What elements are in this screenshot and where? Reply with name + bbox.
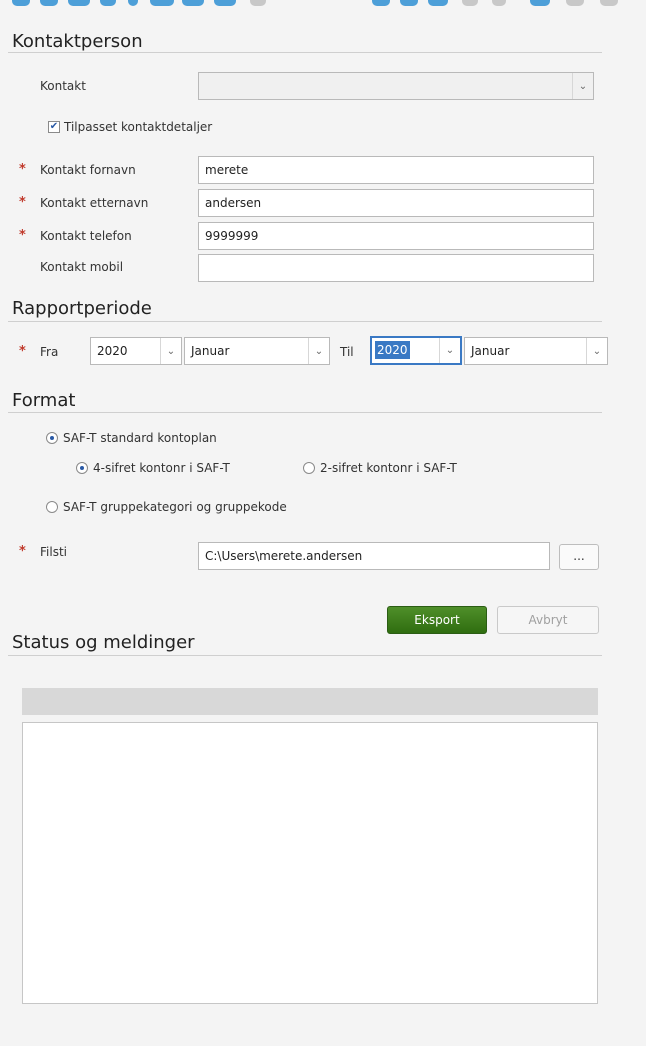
section-divider xyxy=(8,321,602,322)
chevron-down-icon[interactable]: ⌄ xyxy=(439,338,460,363)
mobil-label: Kontakt mobil xyxy=(40,260,124,274)
radio-4-sifret-label: 4-sifret kontonr i SAF-T xyxy=(93,461,230,475)
kontakt-label: Kontakt xyxy=(40,79,86,93)
etternavn-label: Kontakt etternavn xyxy=(40,196,149,210)
radio-gruppe-label: SAF-T gruppekategori og gruppekode xyxy=(63,500,287,514)
til-year-select[interactable]: 2020 ⌄ xyxy=(370,336,462,365)
section-title-status: Status og meldinger xyxy=(12,632,195,653)
toolbar-icon[interactable] xyxy=(400,0,418,6)
chevron-down-icon[interactable]: ⌄ xyxy=(160,338,181,364)
section-divider xyxy=(8,412,602,413)
radio-gruppe[interactable] xyxy=(46,501,58,513)
chevron-down-icon[interactable]: ⌄ xyxy=(586,338,607,364)
toolbar-icon[interactable] xyxy=(12,0,30,6)
toolbar-icon[interactable] xyxy=(462,0,478,6)
fra-year-select[interactable]: 2020 ⌄ xyxy=(90,337,182,365)
browse-button[interactable]: ... xyxy=(559,544,599,570)
toolbar-icon[interactable] xyxy=(182,0,204,6)
toolbar-icon[interactable] xyxy=(100,0,116,6)
required-marker: * xyxy=(19,162,26,177)
toolbar-icon[interactable] xyxy=(250,0,266,6)
til-month-value: Januar xyxy=(471,344,510,358)
toolbar-icon[interactable] xyxy=(428,0,448,6)
section-divider xyxy=(8,655,602,656)
radio-standard-label: SAF-T standard kontoplan xyxy=(63,431,217,445)
til-year-value: 2020 xyxy=(375,341,410,359)
til-month-select[interactable]: Januar ⌄ xyxy=(464,337,608,365)
toolbar-icon[interactable] xyxy=(600,0,618,6)
section-divider xyxy=(8,52,602,53)
filsti-input[interactable]: C:\Users\merete.andersen xyxy=(198,542,550,570)
fra-month-value: Januar xyxy=(191,344,230,358)
required-marker: * xyxy=(19,344,26,359)
toolbar-icon[interactable] xyxy=(68,0,90,6)
section-title-format: Format xyxy=(12,390,76,411)
toolbar-icon[interactable] xyxy=(372,0,390,6)
required-marker: * xyxy=(19,228,26,243)
chevron-down-icon[interactable]: ⌄ xyxy=(572,73,593,99)
fra-year-value: 2020 xyxy=(97,344,128,358)
avbryt-button[interactable]: Avbryt xyxy=(497,606,599,634)
toolbar-icon[interactable] xyxy=(214,0,236,6)
etternavn-input[interactable]: andersen xyxy=(198,189,594,217)
toolbar-icon[interactable] xyxy=(40,0,58,6)
toolbar-icon[interactable] xyxy=(530,0,550,6)
filsti-label: Filsti xyxy=(40,545,67,559)
radio-standard[interactable] xyxy=(46,432,58,444)
top-toolbar xyxy=(0,0,646,10)
toolbar-icon[interactable] xyxy=(128,0,138,6)
required-marker: * xyxy=(19,195,26,210)
status-messages-area[interactable] xyxy=(22,722,598,1004)
toolbar-icon[interactable] xyxy=(492,0,506,6)
status-progress-bar xyxy=(22,688,598,715)
section-title-rapportperiode: Rapportperiode xyxy=(12,298,152,319)
fra-month-select[interactable]: Januar ⌄ xyxy=(184,337,330,365)
chevron-down-icon[interactable]: ⌄ xyxy=(308,338,329,364)
toolbar-icon[interactable] xyxy=(150,0,174,6)
telefon-input[interactable]: 9999999 xyxy=(198,222,594,250)
radio-2-sifret-label: 2-sifret kontonr i SAF-T xyxy=(320,461,457,475)
eksport-button[interactable]: Eksport xyxy=(387,606,487,634)
toolbar-icon[interactable] xyxy=(566,0,584,6)
required-marker: * xyxy=(19,544,26,559)
tilpasset-checkbox[interactable]: ✔ xyxy=(48,121,60,133)
section-title-kontaktperson: Kontaktperson xyxy=(12,31,143,52)
telefon-label: Kontakt telefon xyxy=(40,229,132,243)
fornavn-label: Kontakt fornavn xyxy=(40,163,136,177)
fornavn-input[interactable]: merete xyxy=(198,156,594,184)
tilpasset-label: Tilpasset kontaktdetaljer xyxy=(64,120,213,134)
radio-2-sifret[interactable] xyxy=(303,462,315,474)
mobil-input[interactable] xyxy=(198,254,594,282)
kontakt-select[interactable]: ⌄ xyxy=(198,72,594,100)
fra-label: Fra xyxy=(40,345,59,359)
radio-4-sifret[interactable] xyxy=(76,462,88,474)
til-label: Til xyxy=(340,345,354,359)
